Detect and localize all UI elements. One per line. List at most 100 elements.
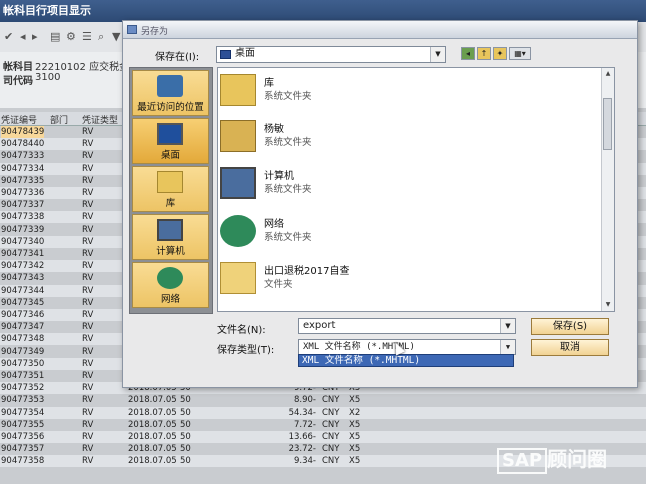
table-row[interactable]: 90477355 RV 2018.07.05 50 7.72- CNY X5 — [0, 419, 646, 431]
scroll-down-icon[interactable]: ▼ — [602, 299, 614, 311]
table-cell: RV — [82, 212, 94, 223]
table-row[interactable]: 90477353 RV 2018.07.05 50 8.90- CNY X5 — [0, 394, 646, 406]
table-cell: 90477336 — [1, 188, 45, 198]
table-cell: 90477349 — [1, 346, 45, 357]
table-cell: 2018.07.05 — [128, 444, 177, 455]
table-cell: 90477350 — [1, 358, 45, 369]
table-cell: 90477345 — [1, 297, 45, 308]
place-libraries-label: 库 — [165, 198, 176, 209]
chevron-down-icon[interactable]: ▼ — [500, 340, 515, 354]
table-cell: 23.72- — [288, 444, 316, 455]
table-cell: 2018.07.05 — [128, 407, 177, 418]
table-cell: 50 — [180, 419, 191, 430]
view-menu-icon[interactable]: ▦▾ — [509, 47, 531, 60]
col-doc-type[interactable]: 凭证类型 — [82, 113, 118, 126]
file-name: 计算机 — [264, 171, 294, 182]
search-icon[interactable]: ⌕ — [98, 30, 104, 44]
table-cell: 90477357 — [1, 444, 45, 455]
back-icon[interactable]: ◂ — [461, 47, 475, 60]
table-cell: RV — [82, 407, 94, 418]
watermark-logo: SAP 顾问圈 — [497, 443, 635, 474]
cancel-button[interactable]: 取消 — [531, 339, 609, 356]
place-desktop[interactable]: 桌面 — [132, 118, 209, 164]
filetype-select[interactable]: XML 文件名称 (*.MHTML) ▼ — [298, 339, 516, 355]
chevron-down-icon[interactable]: ▼ — [430, 47, 445, 62]
table-cell: RV — [82, 456, 94, 467]
table-cell: X5 — [349, 432, 361, 442]
table-cell: 2018.07.05 — [128, 432, 177, 442]
table-cell: X5 — [349, 444, 361, 455]
place-recent[interactable]: 最近访问的位置 — [132, 70, 209, 116]
network-icon — [220, 215, 256, 247]
scroll-thumb[interactable] — [603, 98, 612, 150]
table-cell: RV — [82, 297, 94, 308]
table-cell: 90477352 — [1, 383, 45, 394]
list-item[interactable]: 计算机 系统文件夹 — [220, 163, 600, 205]
save-as-dialog: 另存为 保存在(I): 桌面 ▼ ◂ ↑ ✦ ▦▾ 最近访问的位置 桌面 库 计… — [122, 20, 638, 388]
next-icon[interactable]: ▸ — [32, 30, 38, 43]
up-folder-icon[interactable]: ↑ — [477, 47, 491, 60]
table-cell: X5 — [349, 456, 361, 467]
network-icon — [157, 267, 183, 289]
table-cell: 2018.07.05 — [128, 395, 177, 406]
prev-icon[interactable]: ◂ — [20, 30, 26, 43]
place-libraries[interactable]: 库 — [132, 166, 209, 212]
table-cell: CNY — [322, 444, 340, 455]
save-in-combo[interactable]: 桌面 ▼ — [216, 46, 446, 63]
filename-input[interactable]: export ▼ — [298, 318, 516, 334]
table-cell: 90477342 — [1, 261, 45, 272]
table-cell: RV — [82, 273, 94, 284]
save-button[interactable]: 保存(S) — [531, 318, 609, 335]
chevron-down-icon[interactable]: ▼ — [500, 319, 515, 333]
table-cell: RV — [82, 139, 94, 150]
new-folder-icon[interactable]: ✦ — [493, 47, 507, 60]
list-item[interactable]: 出口退税2017自查 文件夹 — [220, 258, 600, 300]
col-dept[interactable]: 部门 — [50, 113, 68, 126]
vertical-scrollbar[interactable]: ▲ ▼ — [601, 68, 614, 311]
table-cell: RV — [82, 285, 94, 296]
table-cell: 54.34- — [288, 407, 316, 418]
table-cell: RV — [82, 224, 94, 235]
place-desktop-label: 桌面 — [160, 150, 180, 161]
document-icon[interactable]: ▤ — [50, 30, 60, 43]
list-item[interactable]: 杨敏 系统文件夹 — [220, 116, 600, 158]
file-desc: 文件夹 — [264, 279, 293, 290]
table-cell: 90477343 — [1, 273, 45, 284]
file-name: 出口退税2017自查 — [264, 266, 350, 277]
table-cell: 50 — [180, 407, 191, 418]
place-network[interactable]: 网络 — [132, 262, 209, 308]
table-row[interactable]: 90477354 RV 2018.07.05 50 54.34- CNY X2 — [0, 406, 646, 419]
place-computer[interactable]: 计算机 — [132, 214, 209, 260]
list-item[interactable]: 网络 系统文件夹 — [220, 211, 600, 253]
check-icon[interactable]: ✔ — [4, 30, 13, 43]
table-cell: 50 — [180, 432, 191, 442]
dialog-title: 另存为 — [141, 27, 169, 37]
table-row[interactable]: 90477356 RV 2018.07.05 50 13.66- CNY X5 — [0, 431, 646, 444]
user-folder-icon — [220, 120, 256, 152]
settings-icon[interactable]: ⚙ — [66, 30, 76, 43]
desktop-icon — [157, 123, 183, 145]
dialog-titlebar[interactable]: 另存为 — [123, 21, 637, 39]
table-cell: 90477347 — [1, 322, 45, 333]
table-cell: RV — [82, 163, 94, 174]
table-cell: 9.34- — [294, 456, 316, 467]
table-cell: RV — [82, 432, 94, 442]
table-cell: RV — [82, 346, 94, 357]
filetype-option[interactable]: XML 文件名称 (*.MHTML) — [298, 354, 514, 367]
scroll-up-icon[interactable]: ▲ — [602, 68, 614, 80]
file-desc: 系统文件夹 — [264, 91, 312, 102]
list-icon[interactable]: ☰ — [82, 30, 92, 43]
account-value: 22210102 应交税金 — [35, 62, 130, 73]
table-cell: 90477354 — [1, 407, 45, 418]
table-cell: 2018.07.05 — [128, 419, 177, 430]
filename-label: 文件名(N): — [217, 325, 266, 336]
list-item[interactable]: 库 系统文件夹 — [220, 70, 600, 112]
table-cell: X2 — [349, 407, 361, 418]
table-cell: RV — [82, 322, 94, 333]
table-cell: 90477334 — [1, 163, 45, 174]
filter-icon[interactable]: ▼ — [112, 30, 120, 43]
col-doc-number[interactable]: 凭证编号 — [1, 113, 37, 126]
table-cell: CNY — [322, 407, 340, 418]
recent-places-icon — [157, 75, 183, 97]
computer-icon — [220, 167, 256, 199]
